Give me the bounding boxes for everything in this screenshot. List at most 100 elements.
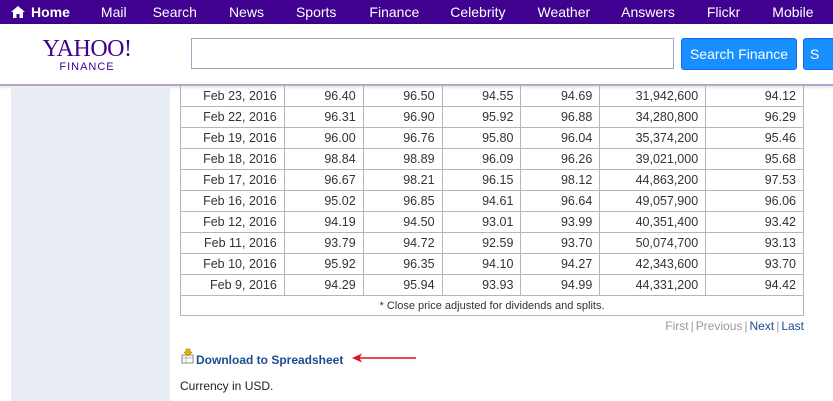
table-cell: 93.13 <box>705 232 804 254</box>
table-row: Feb 18, 2016 98.84 98.89 96.09 96.26 39,021,0… <box>180 148 804 170</box>
table-row: Feb 17, 2016 96.67 98.21 96.15 98.12 44,863,2… <box>180 169 804 191</box>
nav-finance[interactable]: Finance <box>369 0 419 24</box>
table-cell: 98.89 <box>362 148 443 170</box>
nav-answers-label: Answers <box>621 4 675 20</box>
table-cell: 96.26 <box>520 148 601 170</box>
table-cell: 93.99 <box>520 211 601 233</box>
pager-last[interactable]: Last <box>781 319 804 333</box>
nav-celebrity[interactable]: Celebrity <box>450 0 505 24</box>
table-cell: 96.15 <box>441 169 522 191</box>
table-cell: 96.85 <box>362 190 443 212</box>
table-cell: 96.00 <box>283 127 364 149</box>
table-cell: Feb 19, 2016 <box>180 127 285 149</box>
table-cell: 94.19 <box>283 211 364 233</box>
table-cell: 95.02 <box>283 190 364 212</box>
table-cell: 97.53 <box>705 169 804 191</box>
download-spreadsheet-link[interactable]: Download to Spreadsheet <box>196 353 343 367</box>
table-cell: Feb 9, 2016 <box>180 274 285 296</box>
nav-home[interactable]: Home <box>10 0 70 24</box>
nav-mobile[interactable]: Mobile <box>772 0 813 24</box>
table-cell: 96.09 <box>441 148 522 170</box>
table-cell: Feb 18, 2016 <box>180 148 285 170</box>
logo-sub-text: FINANCE <box>59 61 115 73</box>
nav-home-label: Home <box>31 4 70 20</box>
table-cell: 94.29 <box>283 274 364 296</box>
table-cell: 95.92 <box>441 106 522 128</box>
table-cell: Feb 11, 2016 <box>180 232 285 254</box>
table-cell: 94.61 <box>441 190 522 212</box>
table-cell: 39,021,000 <box>599 148 707 170</box>
table-cell: 94.12 <box>705 85 804 107</box>
table-cell: 35,374,200 <box>599 127 707 149</box>
spreadsheet-download-icon[interactable] <box>181 348 195 364</box>
nav-celebrity-label: Celebrity <box>450 4 506 20</box>
historical-prices-table: Feb 23, 2016 96.40 96.50 94.55 94.69 31,942,6… <box>180 85 804 316</box>
table-cell: 96.50 <box>362 85 443 107</box>
table-cell: 96.67 <box>283 169 364 191</box>
table-cell: 93.01 <box>441 211 522 233</box>
table-cell: 96.64 <box>520 190 601 212</box>
table-row: Feb 11, 2016 93.79 94.72 92.59 93.70 50,074,7… <box>180 232 804 254</box>
nav-answers[interactable]: Answers <box>621 0 675 24</box>
pager-next[interactable]: Next <box>750 319 775 333</box>
nav-news-label: News <box>228 4 264 20</box>
table-cell: 98.12 <box>520 169 601 191</box>
table-cell: 96.76 <box>362 127 443 149</box>
table-cell: 34,280,800 <box>599 106 707 128</box>
table-cell: Feb 17, 2016 <box>180 169 285 191</box>
table-cell: 44,331,200 <box>599 274 707 296</box>
table-cell: 95.68 <box>705 148 804 170</box>
table-cell: 95.92 <box>283 253 364 275</box>
search-web-button[interactable]: S <box>803 38 833 70</box>
pager-separator: | <box>744 319 748 333</box>
nav-flickr-label: Flickr <box>706 4 741 20</box>
table-cell: Feb 10, 2016 <box>180 253 285 275</box>
nav-sports-label: Sports <box>295 4 337 20</box>
table-cell: 95.80 <box>441 127 522 149</box>
nav-weather-label: Weather <box>537 4 591 20</box>
nav-mail[interactable]: Mail <box>101 0 127 24</box>
table-row: Feb 10, 2016 95.92 96.35 94.10 94.27 42,343,6… <box>180 253 804 275</box>
table-cell: 98.84 <box>283 148 364 170</box>
table-cell: 94.72 <box>362 232 443 254</box>
nav-finance-label: Finance <box>369 4 420 20</box>
pager-previous[interactable]: Previous <box>696 319 743 333</box>
currency-note: Currency in USD. <box>180 379 274 393</box>
pager-separator: | <box>690 319 694 333</box>
table-row: Feb 16, 2016 95.02 96.85 94.61 96.64 49,057,9… <box>180 190 804 212</box>
nav-weather[interactable]: Weather <box>537 0 590 24</box>
home-icon <box>11 6 25 18</box>
table-cell: 94.27 <box>520 253 601 275</box>
left-sidebar <box>11 88 170 401</box>
table-row: Feb 22, 2016 96.31 96.90 95.92 96.88 34,280,8… <box>180 106 804 128</box>
table-cell: 94.42 <box>705 274 804 296</box>
table-cell: 93.79 <box>283 232 364 254</box>
red-arrow-annotation <box>352 353 416 363</box>
table-cell: 98.21 <box>362 169 443 191</box>
nav-flickr[interactable]: Flickr <box>707 0 740 24</box>
table-cell: 96.90 <box>362 106 443 128</box>
table-cell: 96.04 <box>520 127 601 149</box>
yahoo-finance-logo[interactable]: YAHOO! FINANCE <box>36 36 138 73</box>
table-cell: 94.99 <box>520 274 601 296</box>
pagination: First | Previous | Next | Last <box>640 319 804 333</box>
pager-first[interactable]: First <box>665 319 688 333</box>
search-finance-button[interactable]: Search Finance <box>681 38 797 70</box>
table-cell: 96.31 <box>283 106 364 128</box>
nav-sports[interactable]: Sports <box>296 0 336 24</box>
table-cell: 93.93 <box>441 274 522 296</box>
table-cell: Feb 23, 2016 <box>180 85 285 107</box>
nav-search[interactable]: Search <box>153 0 197 24</box>
table-row: Feb 9, 2016 94.29 95.94 93.93 94.99 44,331,20… <box>180 274 804 296</box>
search-input[interactable] <box>191 38 674 69</box>
table-cell: Feb 22, 2016 <box>180 106 285 128</box>
nav-news[interactable]: News <box>229 0 264 24</box>
table-cell: 93.42 <box>705 211 804 233</box>
table-cell: 95.94 <box>362 274 443 296</box>
table-cell: 31,942,600 <box>599 85 707 107</box>
logo-main-text: YAHOO! <box>42 36 133 62</box>
table-cell: 92.59 <box>441 232 522 254</box>
table-cell: 44,863,200 <box>599 169 707 191</box>
header: YAHOO! FINANCE Search Finance S <box>0 24 833 86</box>
table-cell: 96.06 <box>705 190 804 212</box>
